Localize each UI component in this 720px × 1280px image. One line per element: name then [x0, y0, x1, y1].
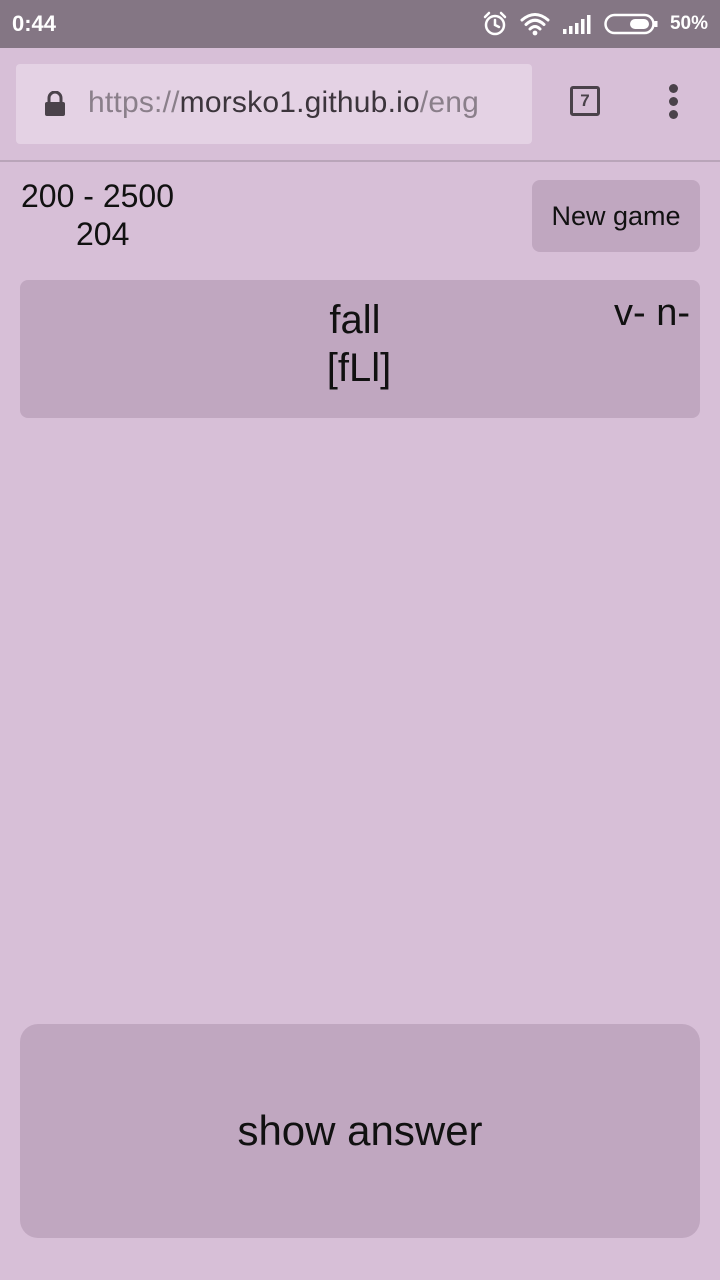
status-bar: 0:44 50%: [0, 0, 720, 48]
alarm-icon: [482, 11, 508, 37]
browser-toolbar: https://morsko1.github.io/eng 7: [0, 48, 720, 162]
url-text[interactable]: https://morsko1.github.io/eng: [88, 86, 479, 120]
word-count: 204: [76, 216, 130, 252]
battery-icon: [604, 13, 658, 35]
url-host: morsko1.github.io: [179, 86, 420, 119]
word-range: 200 - 2500: [21, 178, 175, 214]
menu-dot: [669, 97, 678, 106]
parts-of-speech: v- n-: [614, 292, 690, 334]
new-game-button[interactable]: New game: [532, 180, 700, 252]
wifi-icon: [520, 12, 550, 36]
menu-dot: [669, 110, 678, 119]
lock-icon: [44, 90, 66, 122]
url-path: /eng: [419, 86, 480, 119]
show-answer-button[interactable]: show answer: [20, 1024, 700, 1238]
overflow-menu-icon[interactable]: [664, 84, 684, 120]
word: fall: [329, 298, 381, 342]
menu-dot: [669, 84, 678, 93]
url-bar[interactable]: https://morsko1.github.io/eng: [16, 64, 532, 144]
battery-percent: 50%: [669, 13, 708, 34]
status-time: 0:44: [12, 11, 57, 36]
screen: 0:44 50% https://morsko1.github.io/eng 7…: [0, 0, 720, 1280]
url-scheme: https://: [88, 86, 180, 119]
signal-icon: [562, 13, 592, 35]
status-icons: 50%: [482, 8, 708, 40]
tab-switcher-button[interactable]: 7: [570, 86, 600, 116]
transcription: [fLl]: [326, 346, 392, 390]
word-card: fall [fLl] v- n-: [20, 280, 700, 418]
